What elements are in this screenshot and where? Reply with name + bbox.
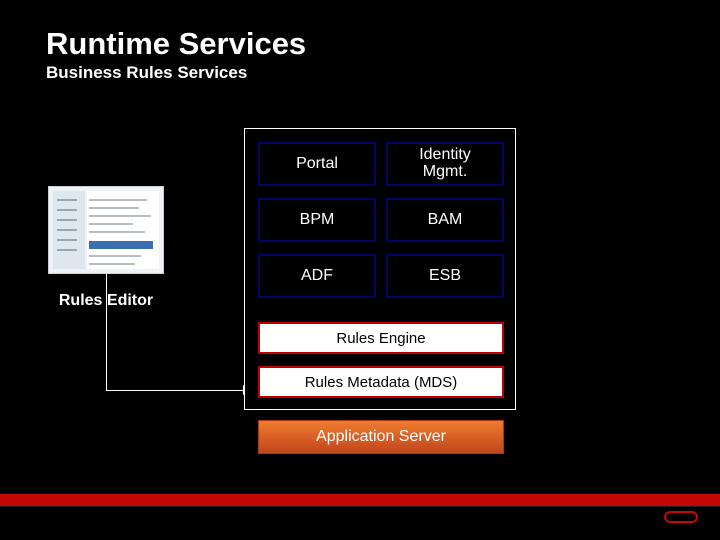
grid-cell-adf: ADF <box>258 254 376 298</box>
grid-cell-esb: ESB <box>386 254 504 298</box>
slide-title: Runtime Services <box>46 26 306 62</box>
footer-bar <box>0 494 720 506</box>
grid-cell-bpm: BPM <box>258 198 376 242</box>
cell-label: Identity Mgmt. <box>419 147 471 181</box>
application-server-box: Application Server <box>258 420 504 454</box>
oracle-logo <box>664 511 702 523</box>
slide-subtitle: Business Rules Services <box>46 63 247 83</box>
connector-line-horizontal <box>106 390 243 391</box>
connector-line-vertical <box>106 274 107 390</box>
cell-label: ADF <box>301 267 333 285</box>
footer-divider <box>0 506 720 507</box>
cell-label: BPM <box>300 211 335 229</box>
grid-cell-portal: Portal <box>258 142 376 186</box>
grid-cell-identity-mgmt: Identity Mgmt. <box>386 142 504 186</box>
cell-label: ESB <box>429 267 461 285</box>
rules-metadata-box: Rules Metadata (MDS) <box>258 366 504 398</box>
rules-editor-thumbnail <box>48 186 164 274</box>
cell-label: Portal <box>296 155 338 173</box>
grid-cell-bam: BAM <box>386 198 504 242</box>
rules-engine-box: Rules Engine <box>258 322 504 354</box>
oracle-logo-icon <box>664 511 698 523</box>
box-label: Rules Metadata (MDS) <box>305 374 458 391</box>
box-label: Application Server <box>316 428 446 446</box>
cell-label: BAM <box>428 211 463 229</box>
box-label: Rules Engine <box>336 330 425 347</box>
